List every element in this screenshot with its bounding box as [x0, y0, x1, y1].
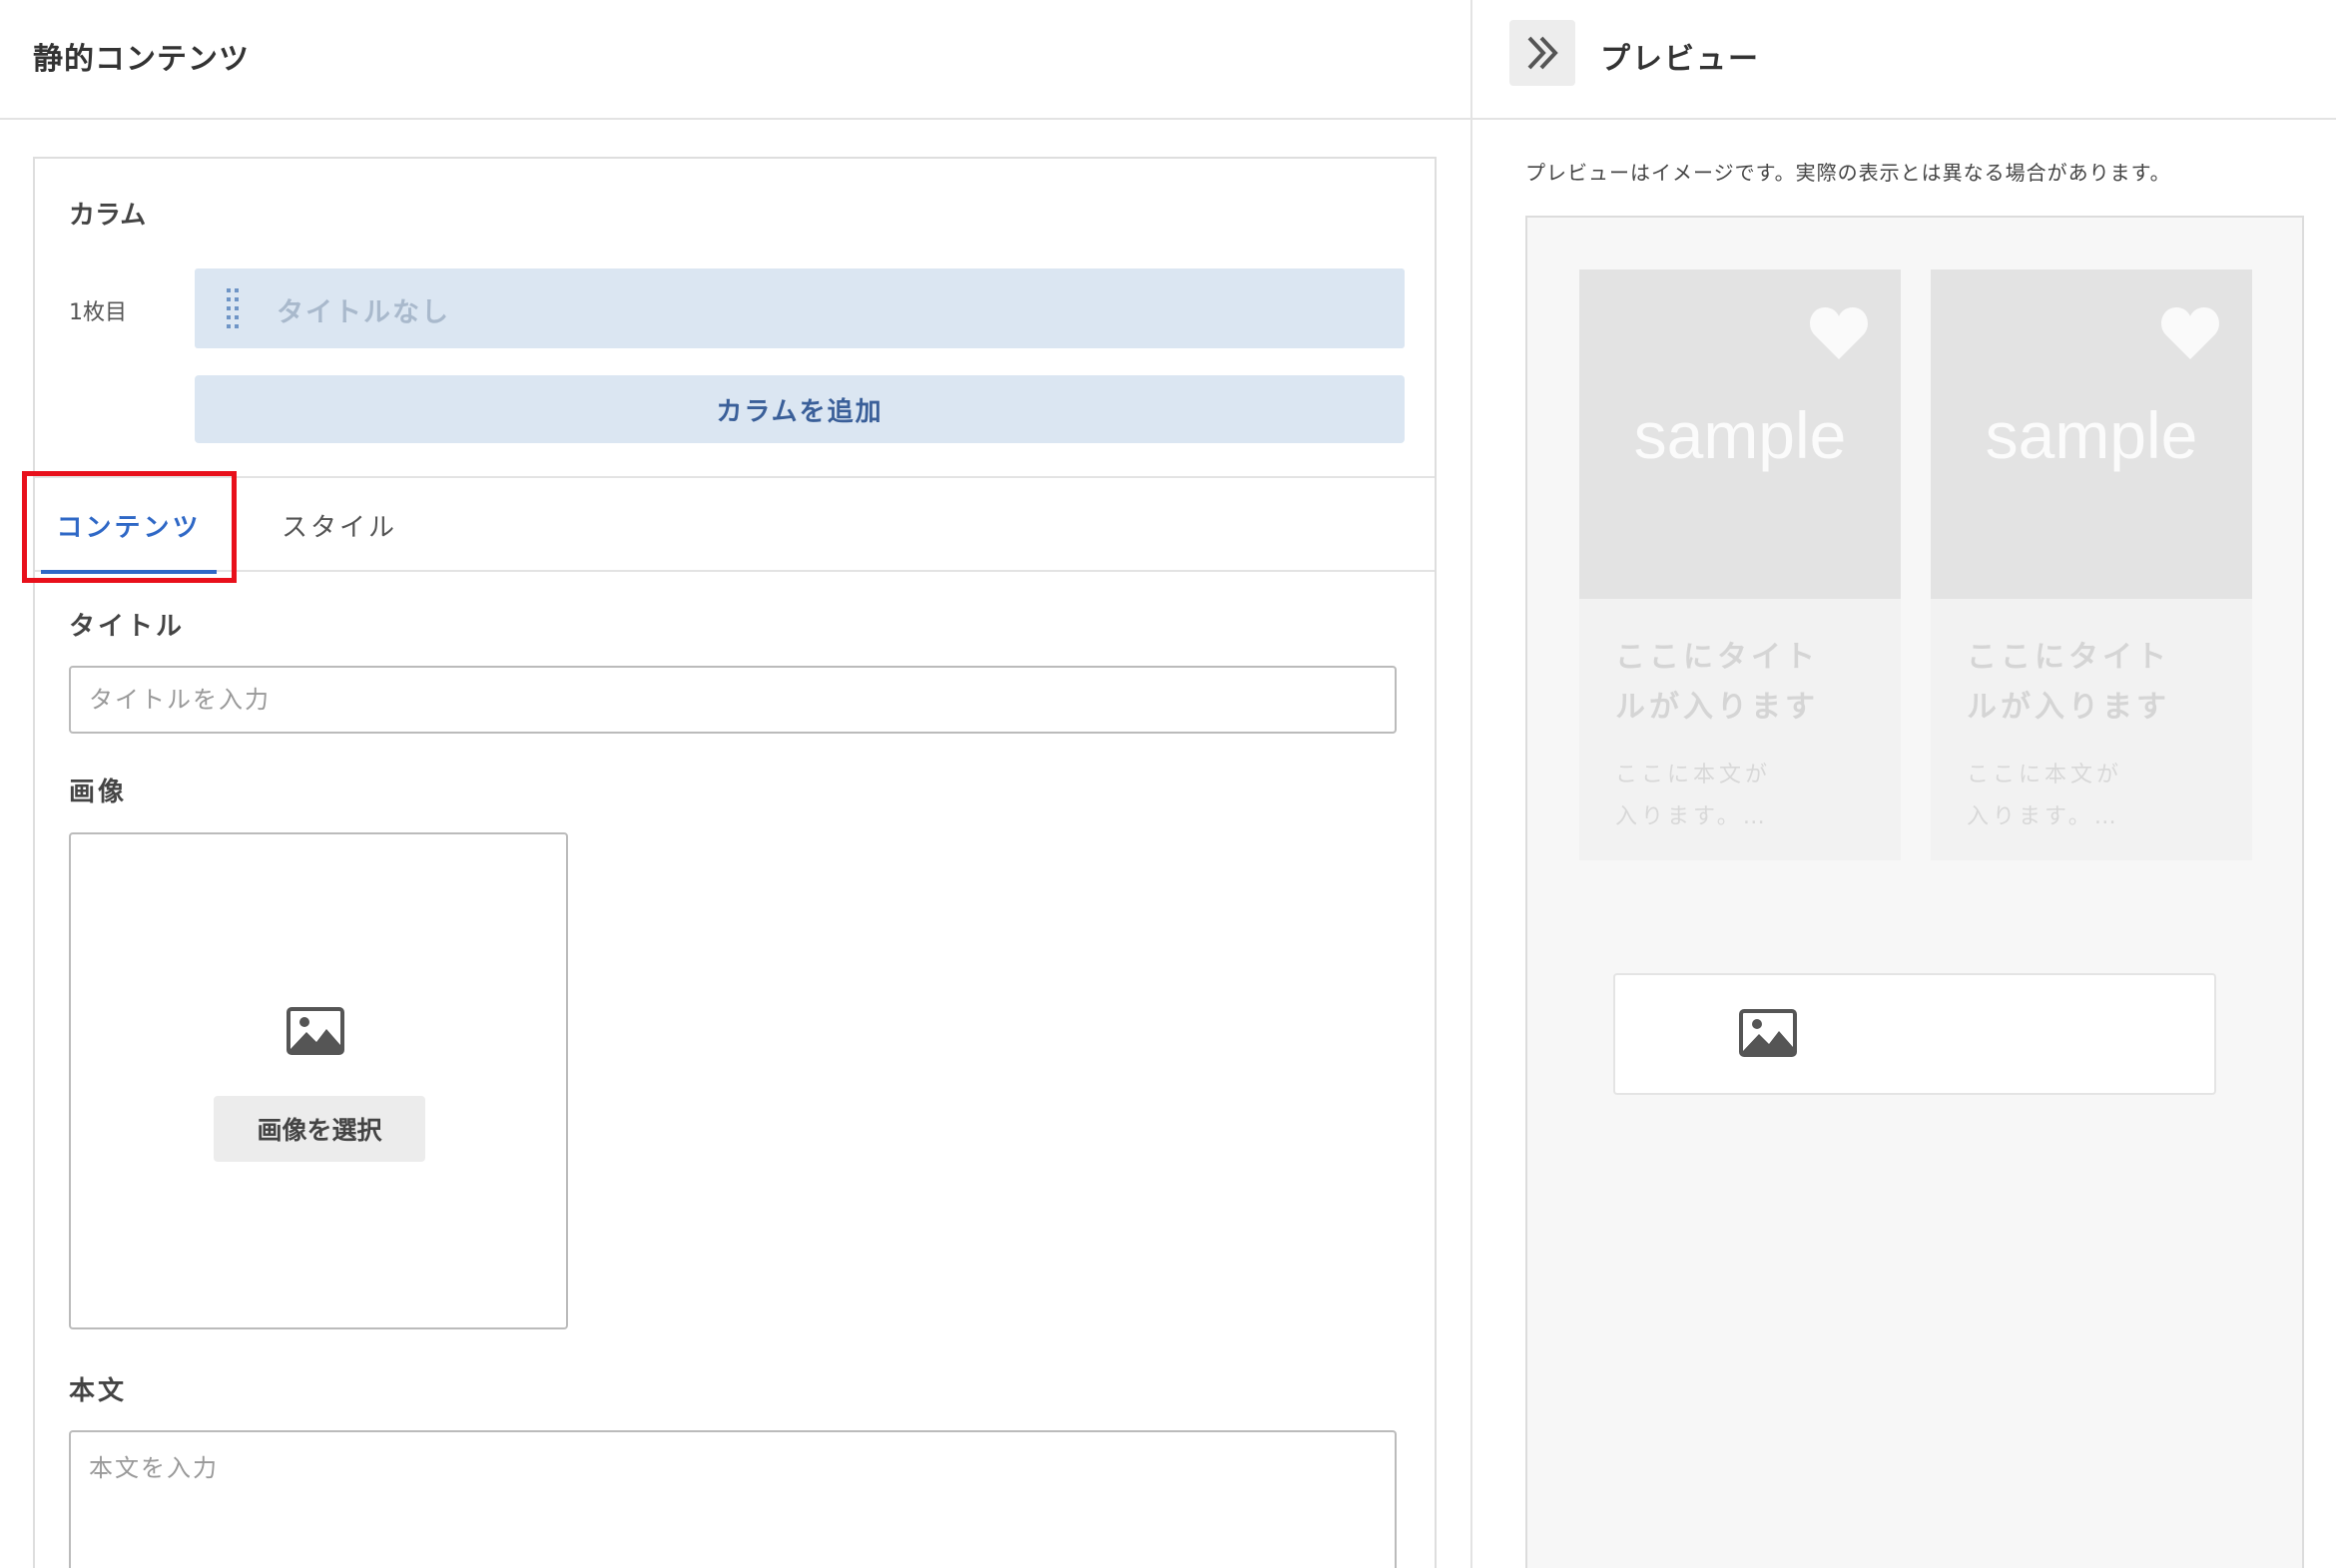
card-image: sample	[1931, 269, 2252, 599]
image-dropzone[interactable]: 画像を選択	[69, 832, 568, 1329]
preview-card[interactable]: sample ここにタイト ルが入ります ここに本文が 入ります。…	[1931, 269, 2252, 860]
card-image: sample	[1579, 269, 1901, 599]
heart-icon[interactable]	[1809, 305, 1869, 361]
tab-style[interactable]: スタイル	[265, 478, 414, 572]
editor-pane: 静的コンテンツ カラム 1枚目 タイトルなし カラムを追加 コンテンツ スタイル…	[0, 0, 1472, 1568]
image-field-label: 画像	[69, 778, 128, 807]
column-section-label: カラム	[69, 201, 147, 231]
preview-title: プレビュー	[1600, 42, 1760, 77]
editor-header: 静的コンテンツ	[0, 0, 1470, 120]
body-field-label: 本文	[69, 1376, 128, 1406]
heart-icon[interactable]	[2160, 305, 2220, 361]
column-row-label: 1枚目	[69, 300, 127, 325]
card-image-text: sample	[1985, 398, 2198, 472]
card-text-line: ここに本文が	[1615, 763, 1772, 787]
card-title-line: ルが入ります	[1615, 690, 1819, 725]
preview-pane: プレビュー プレビューはイメージです。実際の表示とは異なる場合があります。 sa…	[1472, 0, 2336, 1568]
card-title-line: ルが入ります	[1967, 690, 2170, 725]
double-chevron-right-icon	[1527, 36, 1558, 70]
editor-panel: カラム 1枚目 タイトルなし カラムを追加 コンテンツ スタイル タイトル 画像	[22, 157, 1437, 1568]
preview-header: プレビュー	[1472, 0, 2336, 120]
card-image-text: sample	[1633, 398, 1847, 472]
drag-handle-icon[interactable]	[225, 288, 243, 328]
card-text: ここに本文が 入ります。…	[1615, 755, 1815, 838]
card-title-line: ここにタイト	[1615, 640, 1819, 675]
preview-image-placeholder	[1613, 973, 2216, 1095]
card-title-line: ここにタイト	[1967, 640, 2170, 675]
card-title: ここにタイト ルが入ります	[1615, 633, 1855, 733]
preview-card[interactable]: sample ここにタイト ルが入ります ここに本文が 入ります。…	[1579, 269, 1901, 860]
tab-bar: コンテンツ スタイル	[35, 476, 1435, 574]
select-image-button[interactable]: 画像を選択	[214, 1096, 425, 1162]
column-item[interactable]: タイトルなし	[195, 268, 1405, 348]
add-column-button[interactable]: カラムを追加	[195, 375, 1405, 443]
page-title: 静的コンテンツ	[33, 42, 250, 77]
preview-canvas: sample ここにタイト ルが入ります ここに本文が 入ります。… sampl…	[1525, 216, 2304, 1568]
preview-note: プレビューはイメージです。実際の表示とは異なる場合があります。	[1525, 161, 2171, 185]
image-icon	[1739, 1009, 1797, 1057]
card-text-line: 入ります。…	[1967, 804, 2120, 829]
card-text-line: ここに本文が	[1967, 763, 2123, 787]
card-text-line: 入ります。…	[1615, 804, 1769, 829]
card-title: ここにタイト ルが入ります	[1967, 633, 2206, 733]
title-field-label: タイトル	[69, 612, 186, 642]
body-input[interactable]	[69, 1430, 1397, 1568]
column-item-title: タイトルなし	[277, 297, 450, 328]
tab-contents[interactable]: コンテンツ	[41, 478, 217, 574]
title-input[interactable]	[69, 666, 1397, 734]
collapse-preview-button[interactable]	[1509, 20, 1575, 86]
image-icon	[287, 1007, 344, 1055]
card-text: ここに本文が 入ります。…	[1967, 755, 2166, 838]
